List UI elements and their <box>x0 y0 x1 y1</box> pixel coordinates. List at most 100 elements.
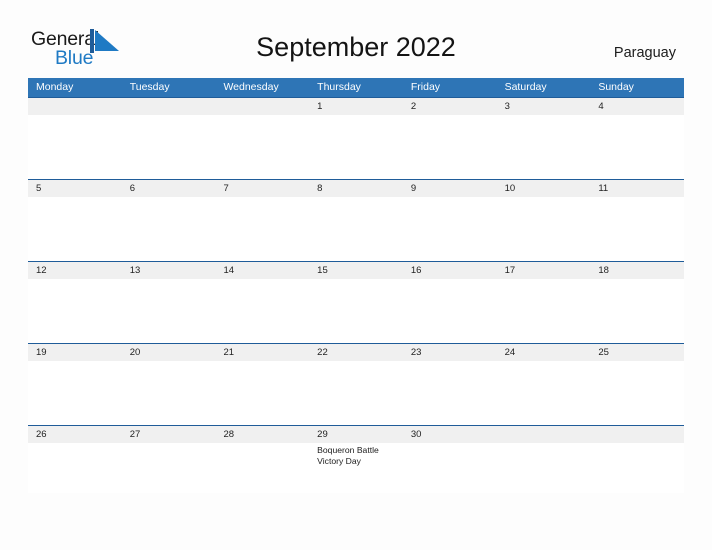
day-events[interactable] <box>403 197 497 261</box>
day-events[interactable] <box>215 197 309 261</box>
day-events[interactable] <box>497 361 591 425</box>
day-events[interactable] <box>215 361 309 425</box>
day-events[interactable] <box>122 443 216 493</box>
day-number[interactable]: 18 <box>590 262 684 279</box>
holiday-boqueron-battle-victory-day[interactable]: Boqueron Battle Victory Day <box>309 443 403 493</box>
day-events[interactable] <box>497 279 591 343</box>
calendar-week-row: 12 13 14 15 16 17 18 <box>28 261 684 343</box>
day-number[interactable]: 10 <box>497 180 591 197</box>
day-number[interactable]: 26 <box>28 426 122 443</box>
day-events[interactable] <box>122 361 216 425</box>
day-number[interactable]: 29 <box>309 426 403 443</box>
weekday-thursday: Thursday <box>317 81 361 93</box>
calendar-week-row: 19 20 21 22 23 24 25 <box>28 343 684 425</box>
day-events[interactable] <box>215 443 309 493</box>
event-line: Victory Day <box>317 456 361 467</box>
day-events[interactable] <box>215 279 309 343</box>
weekday-monday: Monday <box>36 81 74 93</box>
day-number[interactable]: 4 <box>590 98 684 115</box>
day-number[interactable]: 9 <box>403 180 497 197</box>
event-line: Boqueron Battle <box>317 445 379 455</box>
day-number[interactable] <box>497 426 591 443</box>
day-events[interactable] <box>122 115 216 179</box>
calendar-week-row: 5 6 7 8 9 10 11 <box>28 179 684 261</box>
day-events[interactable] <box>497 197 591 261</box>
weekday-sunday: Sunday <box>598 81 634 93</box>
week-date-band: 19 20 21 22 23 24 25 <box>28 343 684 361</box>
page-header: General Blue September 2022 Paraguay <box>0 0 712 76</box>
day-number[interactable]: 6 <box>122 180 216 197</box>
week-date-band: 26 27 28 29 30 <box>28 425 684 443</box>
day-number[interactable]: 27 <box>122 426 216 443</box>
country-label: Paraguay <box>613 45 676 61</box>
week-event-band: Boqueron Battle Victory Day <box>28 443 684 493</box>
day-number[interactable] <box>122 98 216 115</box>
day-events[interactable] <box>28 361 122 425</box>
calendar-page: General Blue September 2022 Paraguay Mon… <box>0 0 712 550</box>
day-number[interactable]: 13 <box>122 262 216 279</box>
day-events[interactable] <box>590 443 684 493</box>
day-number[interactable]: 16 <box>403 262 497 279</box>
weekday-friday: Friday <box>410 81 441 93</box>
day-number[interactable]: 2 <box>403 98 497 115</box>
calendar-week-row: 26 27 28 29 30 Boqueron Battle Victory Da… <box>28 425 684 493</box>
day-events[interactable] <box>403 115 497 179</box>
day-events[interactable] <box>590 115 684 179</box>
day-events[interactable] <box>309 361 403 425</box>
day-events[interactable] <box>28 115 122 179</box>
day-number[interactable]: 25 <box>590 344 684 361</box>
day-number[interactable]: 30 <box>403 426 497 443</box>
day-number[interactable]: 15 <box>309 262 403 279</box>
week-event-band <box>28 361 684 425</box>
day-events[interactable] <box>403 279 497 343</box>
day-events[interactable] <box>28 443 122 493</box>
day-events[interactable] <box>497 115 591 179</box>
weekday-header-row: Monday Tuesday Wednesday Thursday Friday… <box>28 78 684 97</box>
calendar-grid: Monday Tuesday Wednesday Thursday Friday… <box>28 78 684 493</box>
weekday-tuesday: Tuesday <box>129 81 170 93</box>
day-events[interactable] <box>497 443 591 493</box>
day-events[interactable] <box>28 197 122 261</box>
day-number[interactable]: 3 <box>497 98 591 115</box>
day-number[interactable]: 11 <box>590 180 684 197</box>
day-number[interactable]: 7 <box>215 180 309 197</box>
week-event-band <box>28 197 684 261</box>
day-events[interactable] <box>215 115 309 179</box>
day-number[interactable]: 14 <box>215 262 309 279</box>
day-events[interactable] <box>309 115 403 179</box>
day-events[interactable] <box>590 197 684 261</box>
week-date-band: 12 13 14 15 16 17 18 <box>28 261 684 279</box>
day-events[interactable] <box>403 443 497 493</box>
day-events[interactable] <box>122 279 216 343</box>
day-events[interactable] <box>28 279 122 343</box>
day-events[interactable] <box>309 197 403 261</box>
weekday-wednesday: Wednesday <box>223 81 279 93</box>
day-events[interactable] <box>590 361 684 425</box>
week-date-band: 5 6 7 8 9 10 11 <box>28 179 684 197</box>
day-number[interactable]: 20 <box>122 344 216 361</box>
day-number[interactable]: 22 <box>309 344 403 361</box>
day-number[interactable]: 19 <box>28 344 122 361</box>
day-events[interactable] <box>122 197 216 261</box>
day-number[interactable] <box>215 98 309 115</box>
day-number[interactable]: 17 <box>497 262 591 279</box>
day-number[interactable]: 1 <box>309 98 403 115</box>
week-event-band <box>28 279 684 343</box>
day-number[interactable]: 8 <box>309 180 403 197</box>
day-number[interactable]: 24 <box>497 344 591 361</box>
day-events[interactable] <box>309 279 403 343</box>
day-number[interactable]: 23 <box>403 344 497 361</box>
day-number[interactable]: 12 <box>28 262 122 279</box>
day-number[interactable] <box>590 426 684 443</box>
day-events[interactable] <box>590 279 684 343</box>
weekday-saturday: Saturday <box>504 81 547 93</box>
day-number[interactable]: 28 <box>215 426 309 443</box>
day-number[interactable]: 21 <box>215 344 309 361</box>
week-event-band <box>28 115 684 179</box>
day-number[interactable] <box>28 98 122 115</box>
week-date-band: 1 2 3 4 <box>28 97 684 115</box>
page-title: September 2022 <box>256 32 456 62</box>
day-number[interactable]: 5 <box>28 180 122 197</box>
day-events[interactable] <box>403 361 497 425</box>
calendar-week-row: 1 2 3 4 <box>28 97 684 179</box>
